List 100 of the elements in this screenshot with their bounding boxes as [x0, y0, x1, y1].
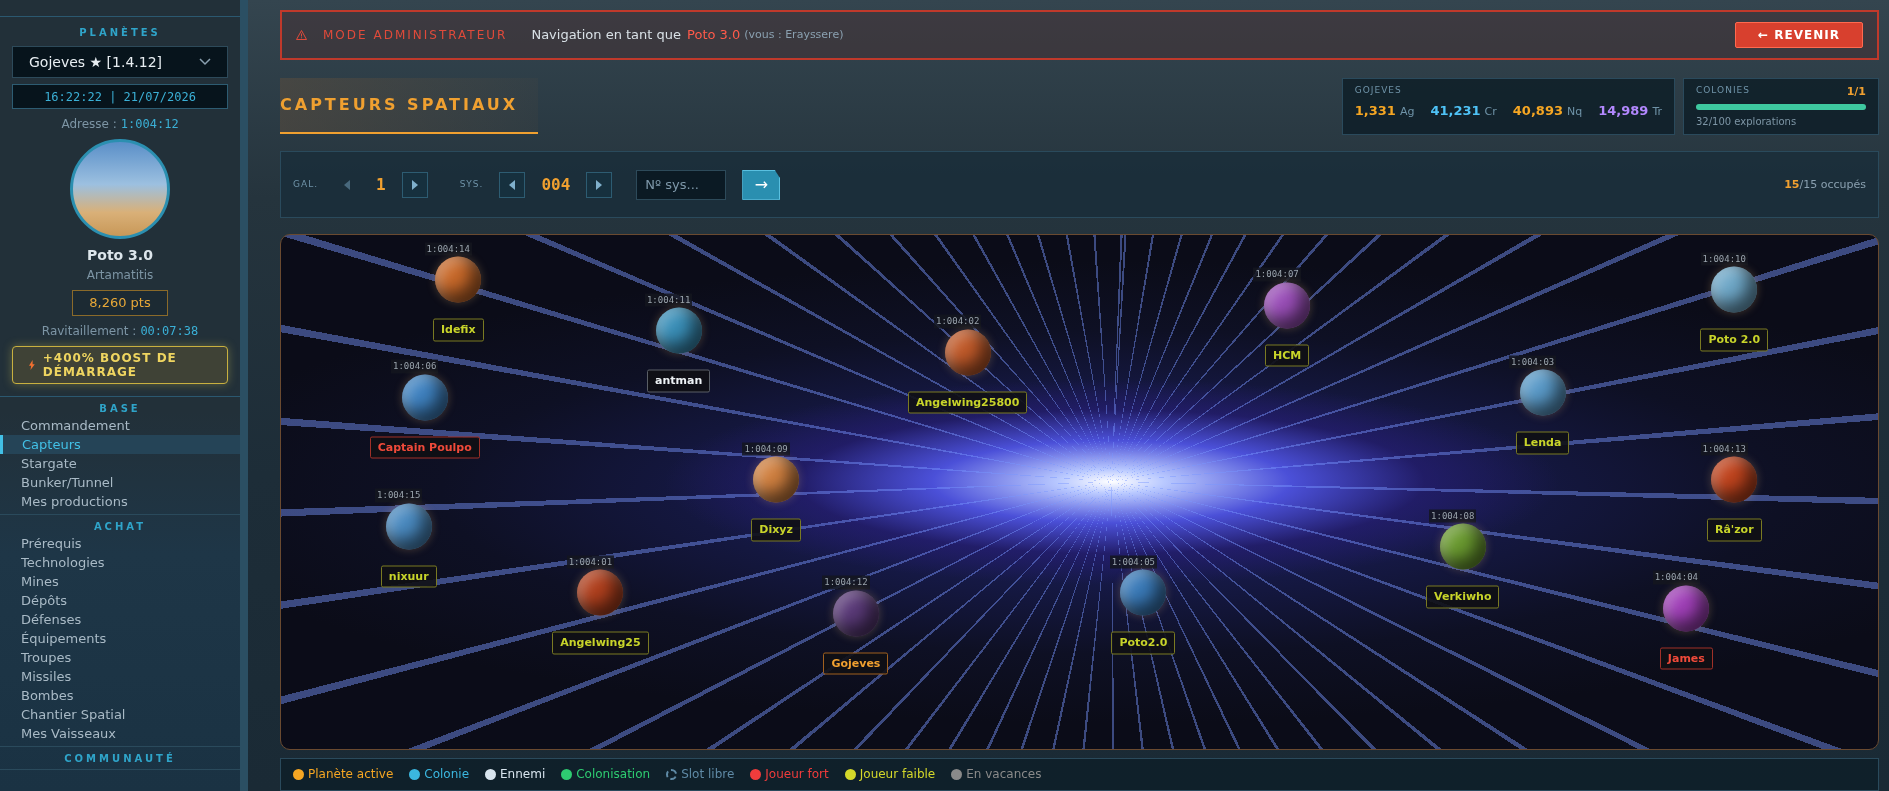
sidebar-item[interactable]: Équipements — [0, 629, 240, 649]
planet-icon[interactable] — [435, 256, 482, 303]
system-input-field[interactable]: Nº sys... — [636, 169, 727, 200]
system-number: 004 — [541, 173, 571, 196]
planet-icon[interactable] — [1663, 585, 1710, 632]
section-title: COMMUNAUTÉ — [63, 751, 177, 767]
planet-icon[interactable] — [655, 307, 702, 354]
legend-label: Ennemi — [500, 766, 546, 784]
planet-coordinates: 1:004:07 — [1253, 267, 1301, 282]
player-name-tag[interactable]: antman — [647, 369, 711, 393]
colonies-label: COLONIES — [1696, 84, 1750, 97]
player-name-tag[interactable]: HCM — [1265, 344, 1310, 367]
player-name-tag[interactable]: Poto2.0 — [1111, 631, 1176, 655]
planet-coordinates: 1:004:13 — [1700, 442, 1748, 456]
planet-coordinates: 1:004:15 — [375, 488, 423, 503]
planet-icon[interactable] — [1519, 369, 1566, 416]
sidebar-item[interactable]: Mes productions — [0, 492, 240, 512]
player-name-tag[interactable]: Captain Poulpo — [369, 436, 480, 459]
sidebar-item[interactable]: Mines — [0, 572, 240, 592]
go-button[interactable]: → — [742, 169, 781, 200]
planet-coordinates: 1:004:04 — [1652, 570, 1701, 585]
player-name-tag[interactable]: James — [1659, 647, 1713, 670]
player-name-tag[interactable]: Angelwing25 — [552, 631, 649, 655]
back-button[interactable]: ← REVENIR — [1735, 22, 1863, 48]
sidebar-item[interactable]: Commandement — [0, 416, 240, 436]
player-alliance: Artamatitis — [86, 267, 154, 284]
planet-icon[interactable] — [1264, 282, 1311, 329]
planet-icon[interactable] — [1439, 523, 1486, 570]
next-button[interactable] — [401, 171, 428, 198]
resource-value: 40,893 — [1512, 102, 1563, 121]
planet-coordinates: 1:004:11 — [644, 293, 693, 307]
planet-coordinates: 1:004:08 — [1429, 509, 1477, 523]
planet-select[interactable]: Gojeves ★ [1.4.12] — [12, 46, 228, 78]
sidebar-item[interactable]: Défenses — [0, 610, 240, 630]
legend-label: Colonisation — [576, 766, 651, 784]
player-name-tag[interactable]: Angelwing25800 — [908, 391, 1028, 414]
address-value: 1:004:12 — [120, 116, 179, 133]
colonies-count: 1/1 — [1846, 84, 1866, 100]
player-name-tag[interactable]: Lenda — [1515, 431, 1570, 455]
address-label: Adresse : — [61, 116, 117, 133]
planet-icon[interactable] — [385, 503, 432, 550]
legend-label: Joueur faible — [859, 766, 936, 784]
planet-coordinates: 1:004:10 — [1700, 252, 1748, 266]
planet-icon[interactable] — [401, 374, 448, 421]
impersonated-user: Poto 3.0 — [687, 26, 741, 45]
sidebar-item[interactable]: Dépôts — [0, 591, 240, 611]
admin-note: (vous : Erayssere) — [744, 26, 844, 43]
planet-coordinates: 1:004:02 — [934, 315, 982, 329]
player-name-tag[interactable]: Poto 2.0 — [1700, 328, 1769, 352]
planet-icon[interactable] — [753, 456, 800, 503]
player-name-tag[interactable]: Dixyz — [751, 518, 801, 542]
player-name-tag[interactable]: Gojeves — [823, 652, 889, 675]
triangle-left-icon — [507, 178, 518, 191]
chevron-down-icon — [199, 58, 211, 66]
resource-value: 41,231 — [1430, 102, 1481, 121]
planet-coordinates: 1:004:09 — [742, 442, 790, 456]
planet-icon[interactable] — [1711, 456, 1758, 503]
planet-icon[interactable] — [944, 329, 991, 376]
player-name-tag[interactable]: nixuur — [380, 565, 437, 588]
player-name-tag[interactable]: Verkiwho — [1426, 585, 1500, 609]
sidebar-item[interactable]: Capteurs — [0, 435, 240, 455]
sidebar-item[interactable]: Stargate — [0, 454, 240, 474]
page-title: CAPTEURS SPATIAUX — [280, 78, 539, 134]
next-button[interactable] — [586, 171, 613, 198]
planet-coordinates: 1:004:05 — [1109, 555, 1158, 569]
planet-coordinates: 1:004:06 — [391, 359, 439, 374]
player-name-tag[interactable]: Idefix — [432, 318, 484, 342]
resource-value: 1,331 — [1354, 102, 1396, 121]
sidebar-item[interactable]: Technologies — [0, 553, 240, 573]
points-badge: 8,260 pts — [72, 290, 168, 316]
sidebar-item[interactable]: Mes Vaisseaux — [0, 724, 240, 744]
sidebar-item[interactable]: Bombes — [0, 686, 240, 706]
planet-icon[interactable] — [1120, 569, 1167, 616]
sidebar-item[interactable]: Troupes — [0, 648, 240, 668]
sidebar-item[interactable]: Prérequis — [0, 534, 240, 554]
occupied-total: /15 occupés — [1799, 176, 1866, 193]
previous-button[interactable] — [499, 171, 526, 198]
sidebar-item[interactable]: Missiles — [0, 667, 240, 687]
planet-icon[interactable] — [577, 569, 624, 616]
planet-coordinates: 1:004:12 — [822, 575, 870, 590]
player-name: Poto 3.0 — [87, 246, 153, 265]
lightning-icon — [29, 357, 35, 372]
resupply-label: Ravitaillement : — [41, 322, 137, 340]
resource-unit: Ag — [1399, 104, 1415, 121]
planet-label: GOJEVES — [1354, 84, 1403, 97]
player-name-tag[interactable]: Râ'zor — [1706, 518, 1762, 542]
sidebar-item[interactable]: Bunker/Tunnel — [0, 473, 240, 493]
galaxy-number: 1 — [376, 173, 386, 196]
planet-icon[interactable] — [1711, 266, 1758, 313]
legend-label: Planète active — [308, 766, 394, 784]
resupply-timer: 00:07:38 — [140, 322, 199, 340]
legend-label: Joueur fort — [765, 766, 829, 784]
sidebar-item[interactable]: Chantier Spatial — [0, 705, 240, 725]
section-title: PLANÈTES — [79, 25, 161, 40]
legend-label: En vacances — [966, 766, 1042, 784]
legend-label: Slot libre — [681, 766, 735, 784]
admin-mode-title: MODE ADMINISTRATEUR — [323, 27, 508, 44]
warning-icon — [296, 30, 307, 40]
occupied-count: 15 — [1784, 176, 1800, 193]
resource-unit: Cr — [1484, 104, 1497, 121]
